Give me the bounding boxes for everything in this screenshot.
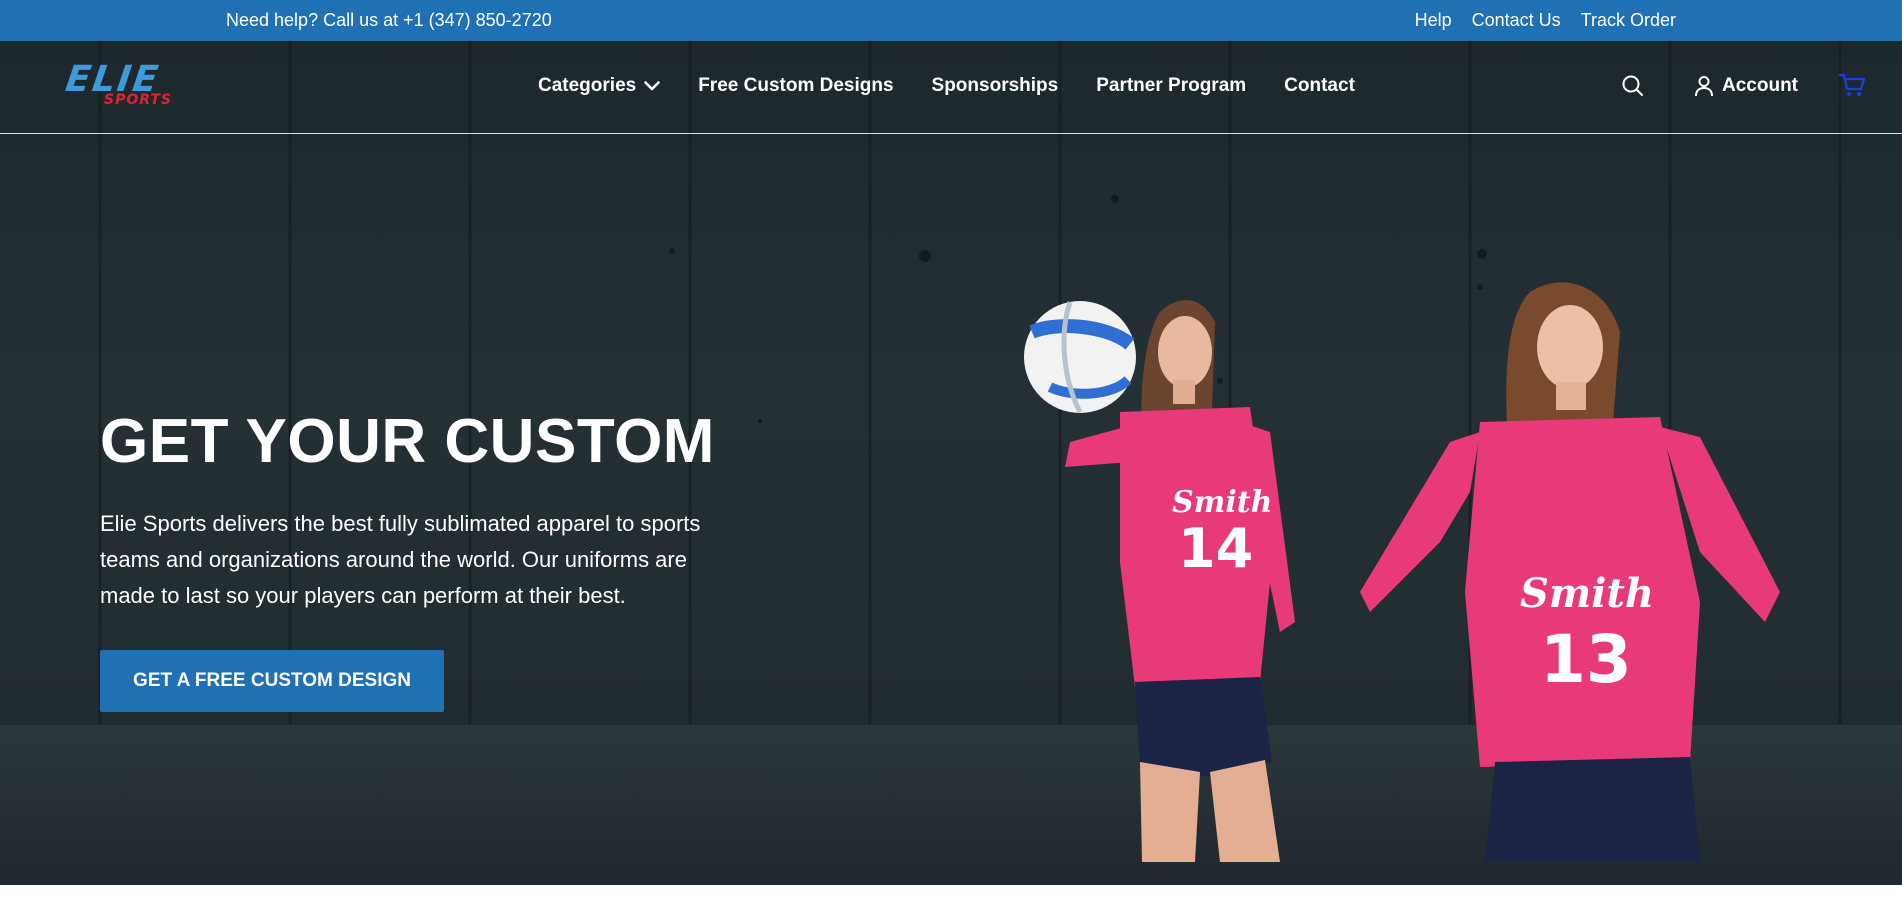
hero-description: Elie Sports delivers the best fully subl… — [100, 511, 701, 608]
volleyball — [1024, 301, 1136, 414]
search-icon[interactable] — [1620, 73, 1646, 99]
player-left-name: Smith — [1172, 485, 1272, 520]
nav-item-partner-program[interactable]: Partner Program — [1096, 75, 1246, 97]
player-left: Smith 14 — [1024, 300, 1295, 862]
player-right: Smith 13 — [1360, 282, 1780, 862]
nav-item-sponsorships[interactable]: Sponsorships — [932, 75, 1059, 97]
contact-us-link[interactable]: Contact Us — [1472, 10, 1561, 31]
nav-item-contact[interactable]: Contact — [1284, 75, 1355, 97]
volleyball-players-image: Smith 14 Smith 13 — [1024, 282, 1780, 862]
page-content-start — [0, 885, 1902, 907]
user-icon — [1695, 76, 1713, 97]
get-free-custom-design-button[interactable]: GET A FREE CUSTOM DESIGN — [100, 650, 444, 712]
nav-item-categories[interactable]: Categories — [538, 75, 661, 97]
logo-sub-text: SPORTS — [104, 92, 173, 108]
help-phone-text: Need help? Call us at +1 (347) 850-2720 — [226, 10, 552, 30]
player-right-name: Smith — [1520, 570, 1654, 617]
nav-item-label: Categories — [538, 75, 637, 96]
track-order-link[interactable]: Track Order — [1581, 10, 1676, 31]
chevron-down-icon — [644, 81, 661, 91]
player-left-number: 14 — [1178, 517, 1253, 580]
account-link[interactable]: Account — [1694, 75, 1798, 97]
account-label: Account — [1722, 75, 1798, 96]
nav-item-free-custom-designs[interactable]: Free Custom Designs — [698, 75, 893, 97]
utility-links: Help Contact Us Track Order — [1415, 10, 1676, 31]
cart-icon[interactable] — [1838, 71, 1866, 99]
player-right-number: 13 — [1540, 621, 1632, 698]
main-header: ELIE SPORTS Categories Free Custom Desig… — [0, 41, 1902, 134]
top-announcement-bar: Need help? Call us at +1 (347) 850-2720 … — [0, 0, 1902, 41]
elie-sports-logo[interactable]: ELIE SPORTS — [63, 59, 196, 109]
primary-nav: Categories Free Custom Designs Sponsorsh… — [538, 75, 1355, 97]
help-link[interactable]: Help — [1415, 10, 1452, 31]
hero-title: GET YOUR CUSTOM — [100, 407, 715, 476]
